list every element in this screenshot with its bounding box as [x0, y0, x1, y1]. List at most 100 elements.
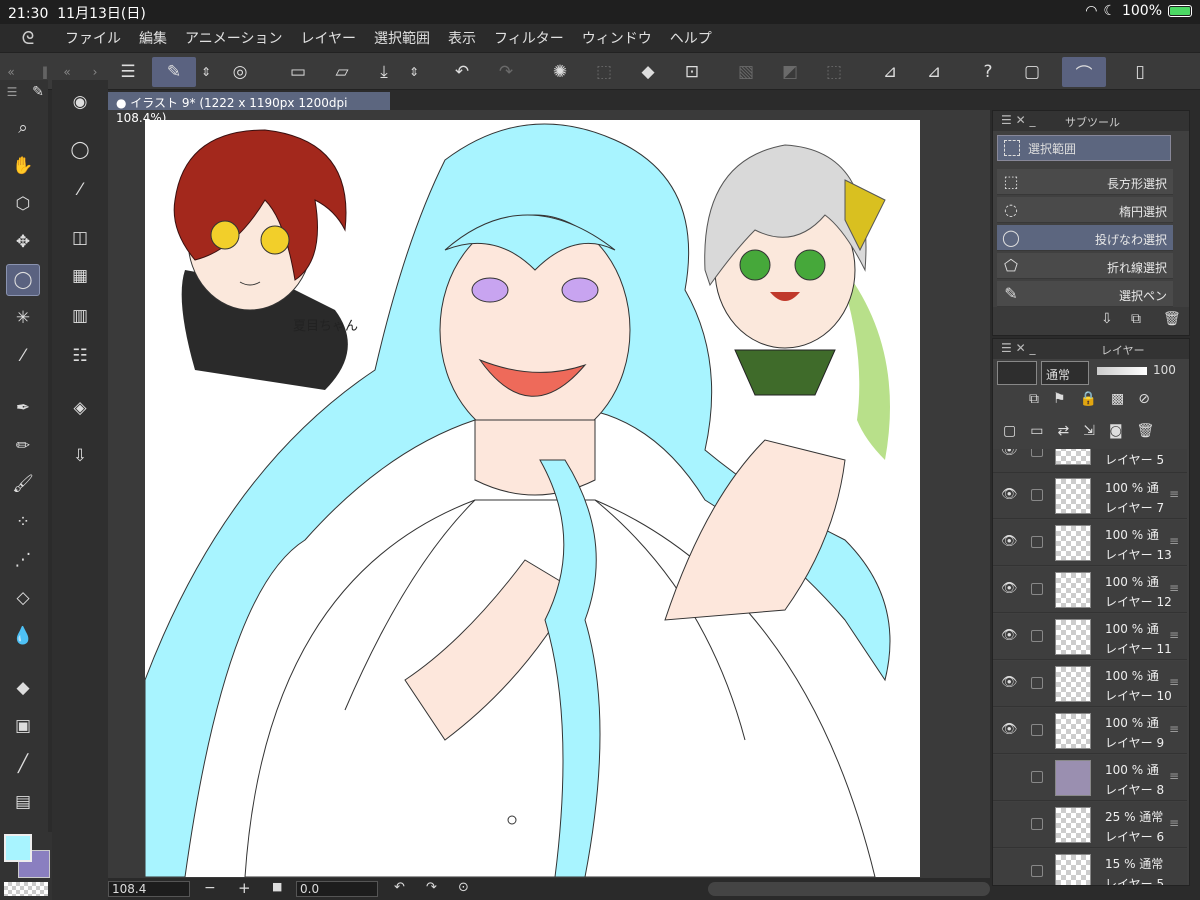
horizontal-scrollbar[interactable] — [708, 882, 990, 896]
layer-checkbox[interactable] — [1031, 818, 1043, 830]
deselect-icon[interactable]: ▧ — [730, 57, 762, 87]
menu-layer[interactable]: レイヤー — [291, 28, 365, 48]
zoom-field[interactable]: 108.4 — [108, 881, 190, 897]
new-folder-icon[interactable]: ▭ — [1030, 423, 1043, 439]
drag-handle-icon[interactable]: ≡ — [1169, 487, 1179, 501]
new-canvas-icon[interactable]: ▭ — [282, 57, 314, 87]
pen-tool-icon[interactable]: ✒ — [6, 392, 40, 424]
opacity-value[interactable]: 100 — [1153, 363, 1176, 377]
menu-edit[interactable]: 編集 — [130, 28, 176, 48]
layer-checkbox[interactable] — [1031, 536, 1043, 548]
tool-palette-menu-icon[interactable]: ☰ — [0, 80, 24, 104]
eye-icon[interactable]: 👁 — [1001, 534, 1018, 549]
layer-row[interactable]: 100 % 通 レイヤー 8 ≡ — [993, 755, 1187, 801]
ruler-icon[interactable]: ⊿ — [874, 57, 906, 87]
subtool-group-tab[interactable]: 選択範囲 — [997, 135, 1171, 161]
transfer-layer-icon[interactable]: ⇄ — [1057, 423, 1069, 439]
brush-palette-icon[interactable]: ⌒ — [1062, 57, 1106, 87]
duplicate-subtool-icon[interactable]: ⧉ — [1131, 311, 1141, 327]
export-icon[interactable]: ⇩ — [63, 440, 97, 472]
merge-down-icon[interactable]: ⇲ — [1083, 423, 1095, 439]
lasso-tool-icon[interactable]: ◯ — [6, 264, 40, 296]
layer-checkbox[interactable] — [1031, 865, 1043, 877]
new-raster-layer-icon[interactable]: ▢ — [1003, 423, 1016, 439]
layer-checkbox[interactable] — [1031, 583, 1043, 595]
quick-access-icon[interactable]: ◎ — [224, 57, 256, 87]
eye-icon[interactable]: 👁 — [1001, 675, 1018, 690]
layer-row[interactable]: 👁 100 % 通 レイヤー 11 ≡ — [993, 614, 1187, 660]
subtool-item-selection-pen[interactable]: ✎ 選択ペン — [997, 281, 1173, 307]
pen-tip-icon[interactable]: ✎ — [26, 80, 50, 104]
layer-row[interactable]: 👁 100 % 通 レイヤー 9 ≡ — [993, 708, 1187, 754]
help-companion-icon[interactable]: ? — [972, 57, 1004, 87]
gradient-icon[interactable]: ▣ — [6, 710, 40, 742]
menu-help[interactable]: ヘルプ — [661, 28, 721, 48]
zoom-out-icon[interactable]: − — [204, 880, 216, 896]
app-logo-icon[interactable]: ᘓ — [0, 28, 56, 49]
fit-screen-icon[interactable]: ■ — [272, 880, 282, 893]
subtool-item-ellipse-select[interactable]: ◌ 楕円選択 — [997, 197, 1173, 223]
subtool-item-rect-select[interactable]: ⬚ 長方形選択 — [997, 169, 1173, 195]
main-color-swatch[interactable] — [4, 834, 32, 862]
ruler-edit-icon[interactable]: ⊿ — [918, 57, 950, 87]
color-wheel-icon[interactable]: ◫ — [63, 222, 97, 254]
drag-handle-icon[interactable]: ≡ — [1169, 628, 1179, 642]
reference-layer-icon[interactable]: ⚑ — [1053, 391, 1066, 407]
layer-row[interactable]: 👁 100 % 通 レイヤー 10 ≡ — [993, 661, 1187, 707]
mask-toggle-icon[interactable]: ⊘ — [1138, 391, 1150, 407]
angle-field[interactable]: 0.0 — [296, 881, 378, 897]
move-tool-icon[interactable]: ✥ — [6, 226, 40, 258]
edit-mode-icon[interactable]: ✎ — [152, 57, 196, 87]
layer-checkbox[interactable] — [1031, 724, 1043, 736]
frame-tool-icon[interactable]: ▤ — [6, 786, 40, 818]
navigator-icon[interactable]: ◉ — [63, 86, 97, 118]
layer-row[interactable]: 👁 レイヤー 5 — [993, 449, 1187, 473]
opacity-slider[interactable] — [1097, 367, 1147, 375]
mode-stepper-icon[interactable]: ⇕ — [196, 57, 216, 87]
eye-icon[interactable]: 👁 — [1001, 449, 1018, 458]
brush-size-icon[interactable]: ⁄ — [63, 174, 97, 206]
reset-rotation-icon[interactable]: ⊙ — [458, 880, 469, 895]
eyedropper-icon[interactable]: ⁄ — [6, 340, 40, 372]
lasso-settings-icon[interactable]: ◯ — [63, 134, 97, 166]
layer-checkbox[interactable] — [1031, 630, 1043, 642]
rotate-right-icon[interactable]: ↷ — [426, 880, 437, 895]
invert-selection-icon[interactable]: ◩ — [774, 57, 806, 87]
layer-row[interactable]: 25 % 通常 レイヤー 6 ≡ — [993, 802, 1187, 848]
clear-selection-icon[interactable]: ⬚ — [588, 57, 620, 87]
airbrush-icon[interactable]: ⁘ — [6, 506, 40, 538]
add-mask-icon[interactable]: ◙ — [1109, 423, 1123, 439]
blend-mode-select[interactable]: 通常 — [1041, 361, 1089, 385]
decoration-icon[interactable]: ⋰ — [6, 544, 40, 576]
drag-handle-icon[interactable]: ≡ — [1169, 816, 1179, 830]
zoom-tool-icon[interactable]: ⌕ — [6, 112, 40, 144]
drag-handle-icon[interactable]: ≡ — [1169, 581, 1179, 595]
transform-icon[interactable]: ⊡ — [676, 57, 708, 87]
save-stepper-icon[interactable]: ⇕ — [404, 57, 424, 87]
import-subtool-icon[interactable]: ⇩ — [1101, 311, 1113, 327]
loading-spinner-icon[interactable]: ✺ — [544, 57, 576, 87]
subtool-item-lasso-select[interactable]: ◯ 投げなわ選択 — [997, 225, 1173, 251]
eye-icon[interactable]: 👁 — [1001, 628, 1018, 643]
clip-layer-icon[interactable]: ⧉ — [1029, 391, 1039, 407]
layer-checkbox[interactable] — [1031, 449, 1043, 457]
menu-filter[interactable]: フィルター — [485, 28, 573, 48]
layer-row[interactable]: 👁 100 % 通 レイヤー 7 ≡ — [993, 473, 1187, 519]
select-all-icon[interactable]: ⬚ — [818, 57, 850, 87]
fill-tool-icon[interactable]: ◆ — [6, 672, 40, 704]
menu-animation[interactable]: アニメーション — [176, 28, 291, 48]
menu-window[interactable]: ウィンドウ — [573, 28, 661, 48]
transparent-color-swatch[interactable] — [4, 882, 48, 896]
layer-checkbox[interactable] — [1031, 771, 1043, 783]
fill-icon[interactable]: ◆ — [632, 57, 664, 87]
drag-handle-icon[interactable]: ≡ — [1169, 675, 1179, 689]
close-panel-icon[interactable]: ☰ ✕ _ — [1001, 113, 1035, 127]
document-tab[interactable]: ● イラスト 9* (1222 x 1190px 1200dpi 108.4%) — [108, 92, 390, 125]
drag-handle-icon[interactable]: ≡ — [1169, 722, 1179, 736]
drag-handle-icon[interactable]: ≡ — [1169, 534, 1179, 548]
layer-row[interactable]: 👁 100 % 通 レイヤー 13 ≡ — [993, 520, 1187, 566]
layer-list[interactable]: 👁 レイヤー 5 👁 100 % 通 レイヤー 7 ≡ 👁 100 % 通 レイ… — [993, 449, 1189, 885]
menu-file[interactable]: ファイル — [56, 28, 130, 48]
delete-layer-icon[interactable]: 🗑 — [1137, 423, 1155, 439]
eye-icon[interactable]: 👁 — [1001, 722, 1018, 737]
